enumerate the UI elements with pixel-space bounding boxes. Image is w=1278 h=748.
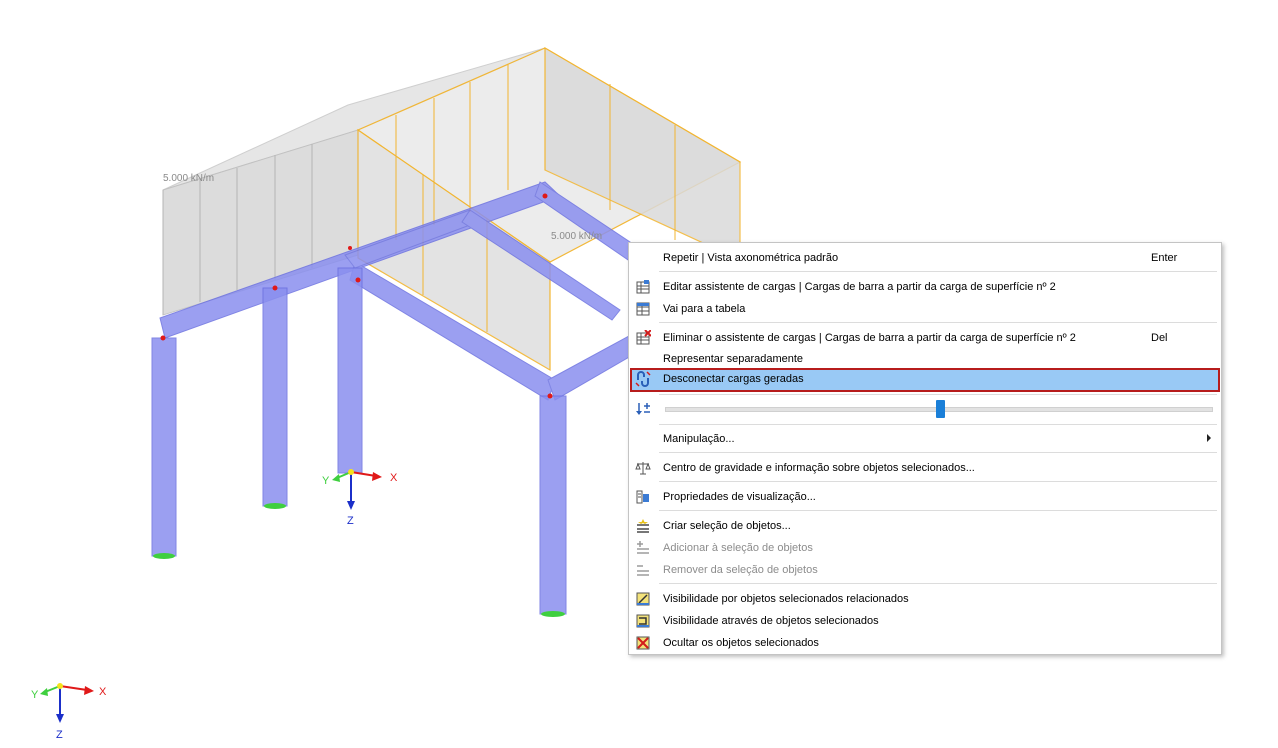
menu-item-add-to-selection[interactable]: Adicionar à seleção de objetos: [631, 538, 1219, 558]
corner-axis-y-label: Y: [31, 689, 39, 701]
menu-item-shortcut: Enter: [1151, 252, 1178, 264]
menu-item-disconnect-generated-loads[interactable]: Desconectar cargas geradas: [630, 368, 1220, 392]
sort-plus-minus-icon: [636, 403, 650, 415]
menu-item-label: Editar assistente de cargas | Cargas de …: [663, 281, 1056, 293]
menu-item-label: Visibilidade através de objetos selecion…: [663, 615, 879, 627]
menu-item-label: Representar separadamente: [663, 353, 804, 365]
supports: [153, 503, 565, 617]
menu-item-hide-selected-objects[interactable]: Ocultar os objetos selecionados: [631, 633, 1219, 653]
submenu-arrow-icon: [1207, 434, 1211, 442]
menu-separator: [659, 510, 1217, 511]
visibility-through-icon: [636, 614, 650, 628]
menu-item-display-slider[interactable]: [631, 399, 1219, 419]
menu-item-label: Propriedades de visualização...: [663, 491, 816, 503]
balance-scale-icon: [635, 462, 651, 475]
menu-item-visibility-through[interactable]: Visibilidade através de objetos selecion…: [631, 611, 1219, 631]
menu-item-edit-load-wizard[interactable]: Editar assistente de cargas | Cargas de …: [631, 277, 1219, 297]
corner-axis-triad: [40, 683, 94, 723]
menu-item-manipulation[interactable]: Manipulação...: [631, 429, 1219, 449]
context-menu: Repetir | Vista axonométrica padrão Ente…: [628, 242, 1222, 655]
display-properties-icon: [636, 490, 649, 504]
menu-item-label: Eliminar o assistente de cargas | Cargas…: [663, 332, 1076, 344]
menu-item-go-to-table[interactable]: Vai para a tabela: [631, 299, 1219, 319]
menu-item-label: Ocultar os objetos selecionados: [663, 637, 819, 649]
load-wizard-delete-icon: [636, 330, 651, 345]
menu-item-remove-from-selection[interactable]: Remover da seleção de objetos: [631, 560, 1219, 580]
add-selection-icon: [637, 541, 649, 554]
menu-item-label: Repetir | Vista axonométrica padrão: [663, 252, 839, 264]
menu-separator: [659, 583, 1217, 584]
menu-item-repeat-axonometric-view[interactable]: Repetir | Vista axonométrica padrão Ente…: [631, 248, 1219, 268]
visibility-related-icon: [636, 592, 650, 606]
menu-item-visibility-related[interactable]: Visibilidade por objetos selecionados re…: [631, 589, 1219, 609]
menu-item-create-selection[interactable]: Criar seleção de objetos...: [631, 516, 1219, 536]
load-label-left: 5.000 kN/m: [163, 173, 214, 184]
load-wizard-edit-icon: [636, 280, 650, 294]
menu-item-label: Vai para a tabela: [663, 303, 746, 315]
menu-item-label: Adicionar à seleção de objetos: [663, 542, 813, 554]
menu-item-center-of-gravity[interactable]: Centro de gravidade e informação sobre o…: [631, 458, 1219, 478]
corner-axis-x-label: X: [99, 686, 107, 698]
model-axis-y-label: Y: [322, 475, 330, 487]
corner-axis-z-label: Z: [56, 729, 63, 741]
menu-item-shortcut: Del: [1151, 332, 1168, 344]
menu-separator: [659, 424, 1217, 425]
menu-separator: [659, 322, 1217, 323]
hide-objects-icon: [636, 636, 650, 650]
menu-item-display-properties[interactable]: Propriedades de visualização...: [631, 487, 1219, 507]
menu-item-label: Manipulação...: [663, 433, 735, 445]
model-axis-triad: [332, 469, 382, 510]
model-axis-z-label: Z: [347, 515, 354, 527]
menu-item-label: Centro de gravidade e informação sobre o…: [663, 462, 975, 474]
menu-separator: [659, 481, 1217, 482]
menu-item-label: Desconectar cargas geradas: [663, 373, 804, 385]
menu-item-represent-separately[interactable]: Representar separadamente: [631, 349, 1219, 369]
load-label-right: 5.000 kN/m: [551, 231, 602, 242]
table-icon: [636, 302, 650, 316]
slider-thumb[interactable]: [936, 400, 945, 418]
menu-item-label: Visibilidade por objetos selecionados re…: [663, 593, 909, 605]
menu-separator: [659, 271, 1217, 272]
menu-separator: [659, 452, 1217, 453]
model-axis-x-label: X: [390, 472, 398, 484]
menu-separator: [659, 394, 1217, 395]
menu-item-delete-load-wizard[interactable]: Eliminar o assistente de cargas | Cargas…: [631, 328, 1219, 348]
create-selection-icon: [637, 519, 649, 533]
menu-item-label: Criar seleção de objetos...: [663, 520, 791, 532]
menu-item-label: Remover da seleção de objetos: [663, 564, 818, 576]
disconnect-link-icon: [635, 371, 651, 387]
remove-selection-icon: [637, 565, 649, 576]
